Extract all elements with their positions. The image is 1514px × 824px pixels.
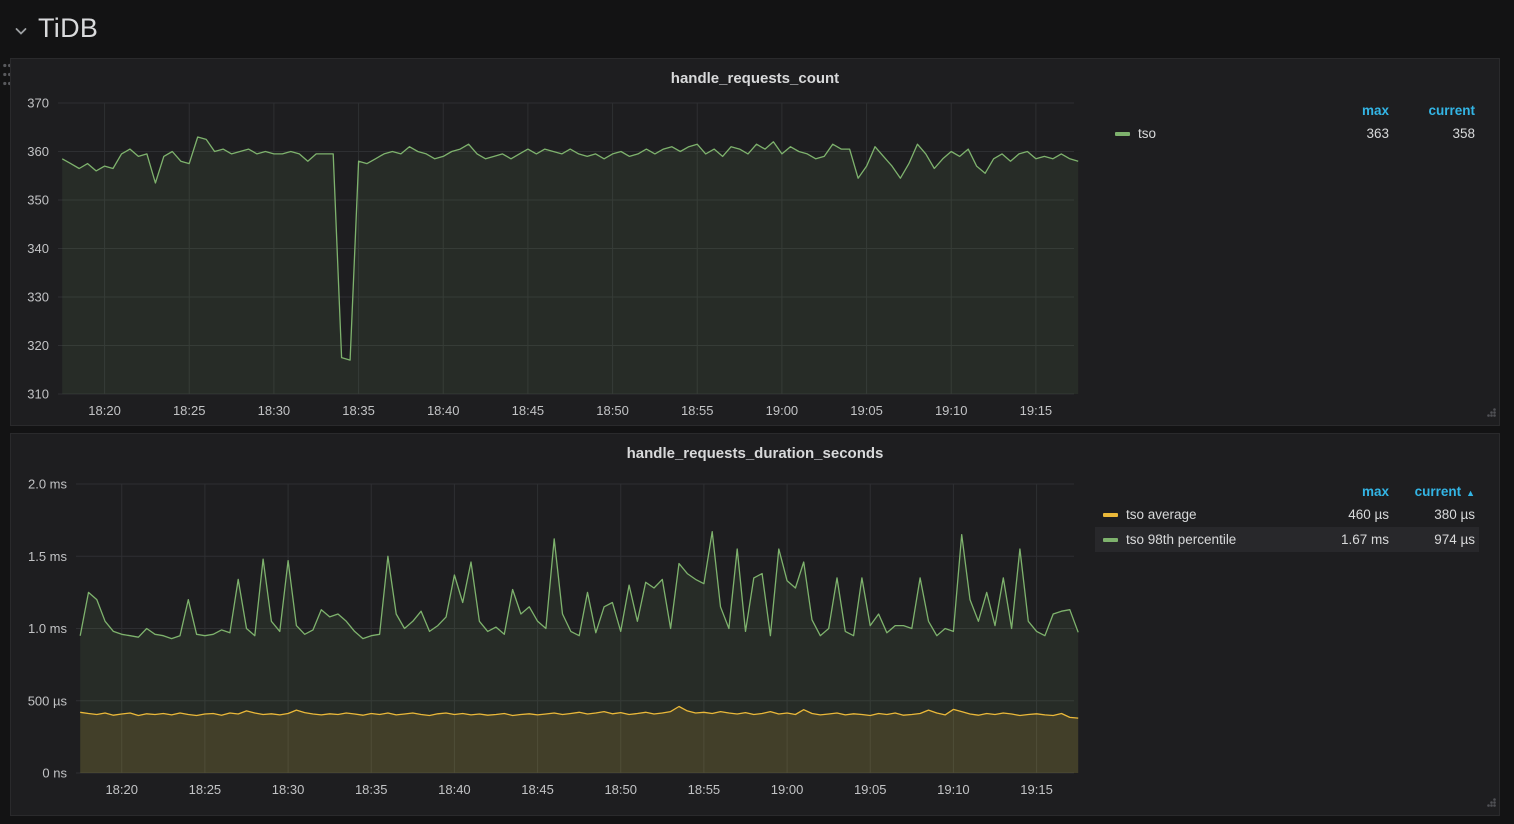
legend-header-row: maxcurrent	[1107, 99, 1479, 121]
x-axis-tick-label: 18:35	[355, 782, 388, 797]
y-axis-tick-label: 500 µs	[28, 693, 68, 708]
series-line-tso-98th-percentile	[80, 532, 1078, 639]
x-axis-tick-label: 18:40	[438, 782, 471, 797]
series-color-dash-icon	[1103, 513, 1118, 517]
legend-value-current: 974 µs	[1389, 532, 1475, 547]
x-axis-tick-label: 19:00	[766, 403, 799, 418]
x-axis-tick-label: 18:50	[604, 782, 637, 797]
x-axis-tick-label: 19:10	[937, 782, 970, 797]
series-name: tso 98th percentile	[1126, 532, 1236, 547]
x-axis-tick-label: 19:00	[771, 782, 804, 797]
x-axis-tick-label: 18:45	[521, 782, 554, 797]
x-axis-tick-label: 19:15	[1020, 403, 1053, 418]
row-title[interactable]: TiDB	[38, 13, 98, 44]
sort-ascending-icon: ▲	[1466, 488, 1475, 498]
x-axis-tick-label: 18:30	[272, 782, 305, 797]
y-axis-tick-label: 2.0 ms	[28, 477, 68, 492]
series-name: tso	[1138, 126, 1156, 141]
x-axis-tick-label: 19:05	[850, 403, 883, 418]
y-axis-tick-label: 360	[27, 144, 49, 159]
y-axis-tick-label: 330	[27, 290, 49, 305]
x-axis-tick-label: 18:55	[688, 782, 721, 797]
legend-sort-max[interactable]: max	[1317, 484, 1389, 499]
y-axis-tick-label: 0 ns	[42, 766, 67, 781]
series-color-dash-icon	[1115, 132, 1130, 136]
panel-handle-requests-count: handle_requests_count 310 320 330 340 350 360…	[10, 58, 1500, 426]
legend-value-current: 358	[1389, 126, 1475, 141]
legend-value-max: 1.67 ms	[1317, 532, 1389, 547]
legend-header-row: maxcurrent▲	[1095, 480, 1479, 502]
dashboard-row-header[interactable]: TiDB	[0, 0, 98, 56]
y-axis-tick-label: 1.0 ms	[28, 621, 68, 636]
timeseries-graph[interactable]: 310 320 330 340 350 360 370 18:20 18:25 18:30 18:3…	[11, 95, 1101, 425]
legend-table: maxcurrent▲ tso average 460 µs380 µs tso 98…	[1095, 480, 1479, 552]
x-axis-tick-label: 18:30	[258, 403, 291, 418]
series-color-dash-icon	[1103, 538, 1118, 542]
x-axis-tick-label: 18:25	[189, 782, 222, 797]
panel-handle-requests-duration-seconds: handle_requests_duration_seconds 0 ns 500…	[10, 433, 1500, 816]
x-axis-tick-label: 19:15	[1020, 782, 1053, 797]
x-axis-tick-label: 18:35	[342, 403, 375, 418]
panel-resize-handle-icon[interactable]	[1484, 795, 1497, 813]
chevron-down-icon	[13, 23, 29, 39]
x-axis-tick-label: 18:20	[105, 782, 138, 797]
series-name: tso average	[1126, 507, 1197, 522]
x-axis-tick-label: 19:05	[854, 782, 887, 797]
y-axis-tick-label: 1.5 ms	[28, 549, 68, 564]
x-axis-tick-label: 18:25	[173, 403, 206, 418]
x-axis-tick-label: 19:10	[935, 403, 968, 418]
x-axis-tick-label: 18:55	[681, 403, 714, 418]
legend-table: maxcurrent tso 363358	[1107, 99, 1479, 146]
panel-resize-handle-icon[interactable]	[1484, 405, 1497, 423]
y-axis-tick-label: 370	[27, 96, 49, 111]
legend-sort-current[interactable]: current	[1389, 103, 1475, 118]
x-axis-tick-label: 18:50	[596, 403, 629, 418]
legend-series-toggle[interactable]: tso average	[1103, 507, 1317, 522]
chart-handle-requests-duration-seconds[interactable]: 0 ns 500 µs 1.0 ms 1.5 ms 2.0 ms 18:20 18:25 18…	[11, 470, 1101, 820]
series-area-tso-average	[80, 707, 1078, 774]
legend-series-row: tso 98th percentile 1.67 ms974 µs	[1095, 527, 1479, 552]
legend-series-row: tso 363358	[1107, 121, 1479, 146]
legend-value-current: 380 µs	[1389, 507, 1475, 522]
x-axis-tick-label: 18:45	[512, 403, 545, 418]
y-axis-tick-label: 320	[27, 338, 49, 353]
legend-sort-max[interactable]: max	[1317, 103, 1389, 118]
y-axis-tick-label: 340	[27, 241, 49, 256]
legend-value-max: 460 µs	[1317, 507, 1389, 522]
series-area-tso	[62, 137, 1078, 394]
legend-series-row: tso average 460 µs380 µs	[1095, 502, 1479, 527]
legend-sort-current[interactable]: current▲	[1389, 484, 1475, 499]
timeseries-graph[interactable]: 0 ns 500 µs 1.0 ms 1.5 ms 2.0 ms 18:20 18:25 18…	[11, 470, 1101, 815]
panel-title[interactable]: handle_requests_count	[11, 70, 1499, 87]
x-axis-tick-label: 18:40	[427, 403, 460, 418]
panel-title[interactable]: handle_requests_duration_seconds	[11, 445, 1499, 462]
legend-series-toggle[interactable]: tso	[1115, 126, 1317, 141]
legend-series-toggle[interactable]: tso 98th percentile	[1103, 532, 1317, 547]
y-axis-tick-label: 350	[27, 193, 49, 208]
x-axis-tick-label: 18:20	[88, 403, 121, 418]
legend-value-max: 363	[1317, 126, 1389, 141]
y-axis-tick-label: 310	[27, 387, 49, 402]
grafana-dashboard: TiDB handle_requests_count 3103203303403…	[0, 0, 1514, 824]
chart-handle-requests-count[interactable]: 310 320 330 340 350 360 370 18:20 18:25 18:30 18:3…	[11, 95, 1101, 430]
